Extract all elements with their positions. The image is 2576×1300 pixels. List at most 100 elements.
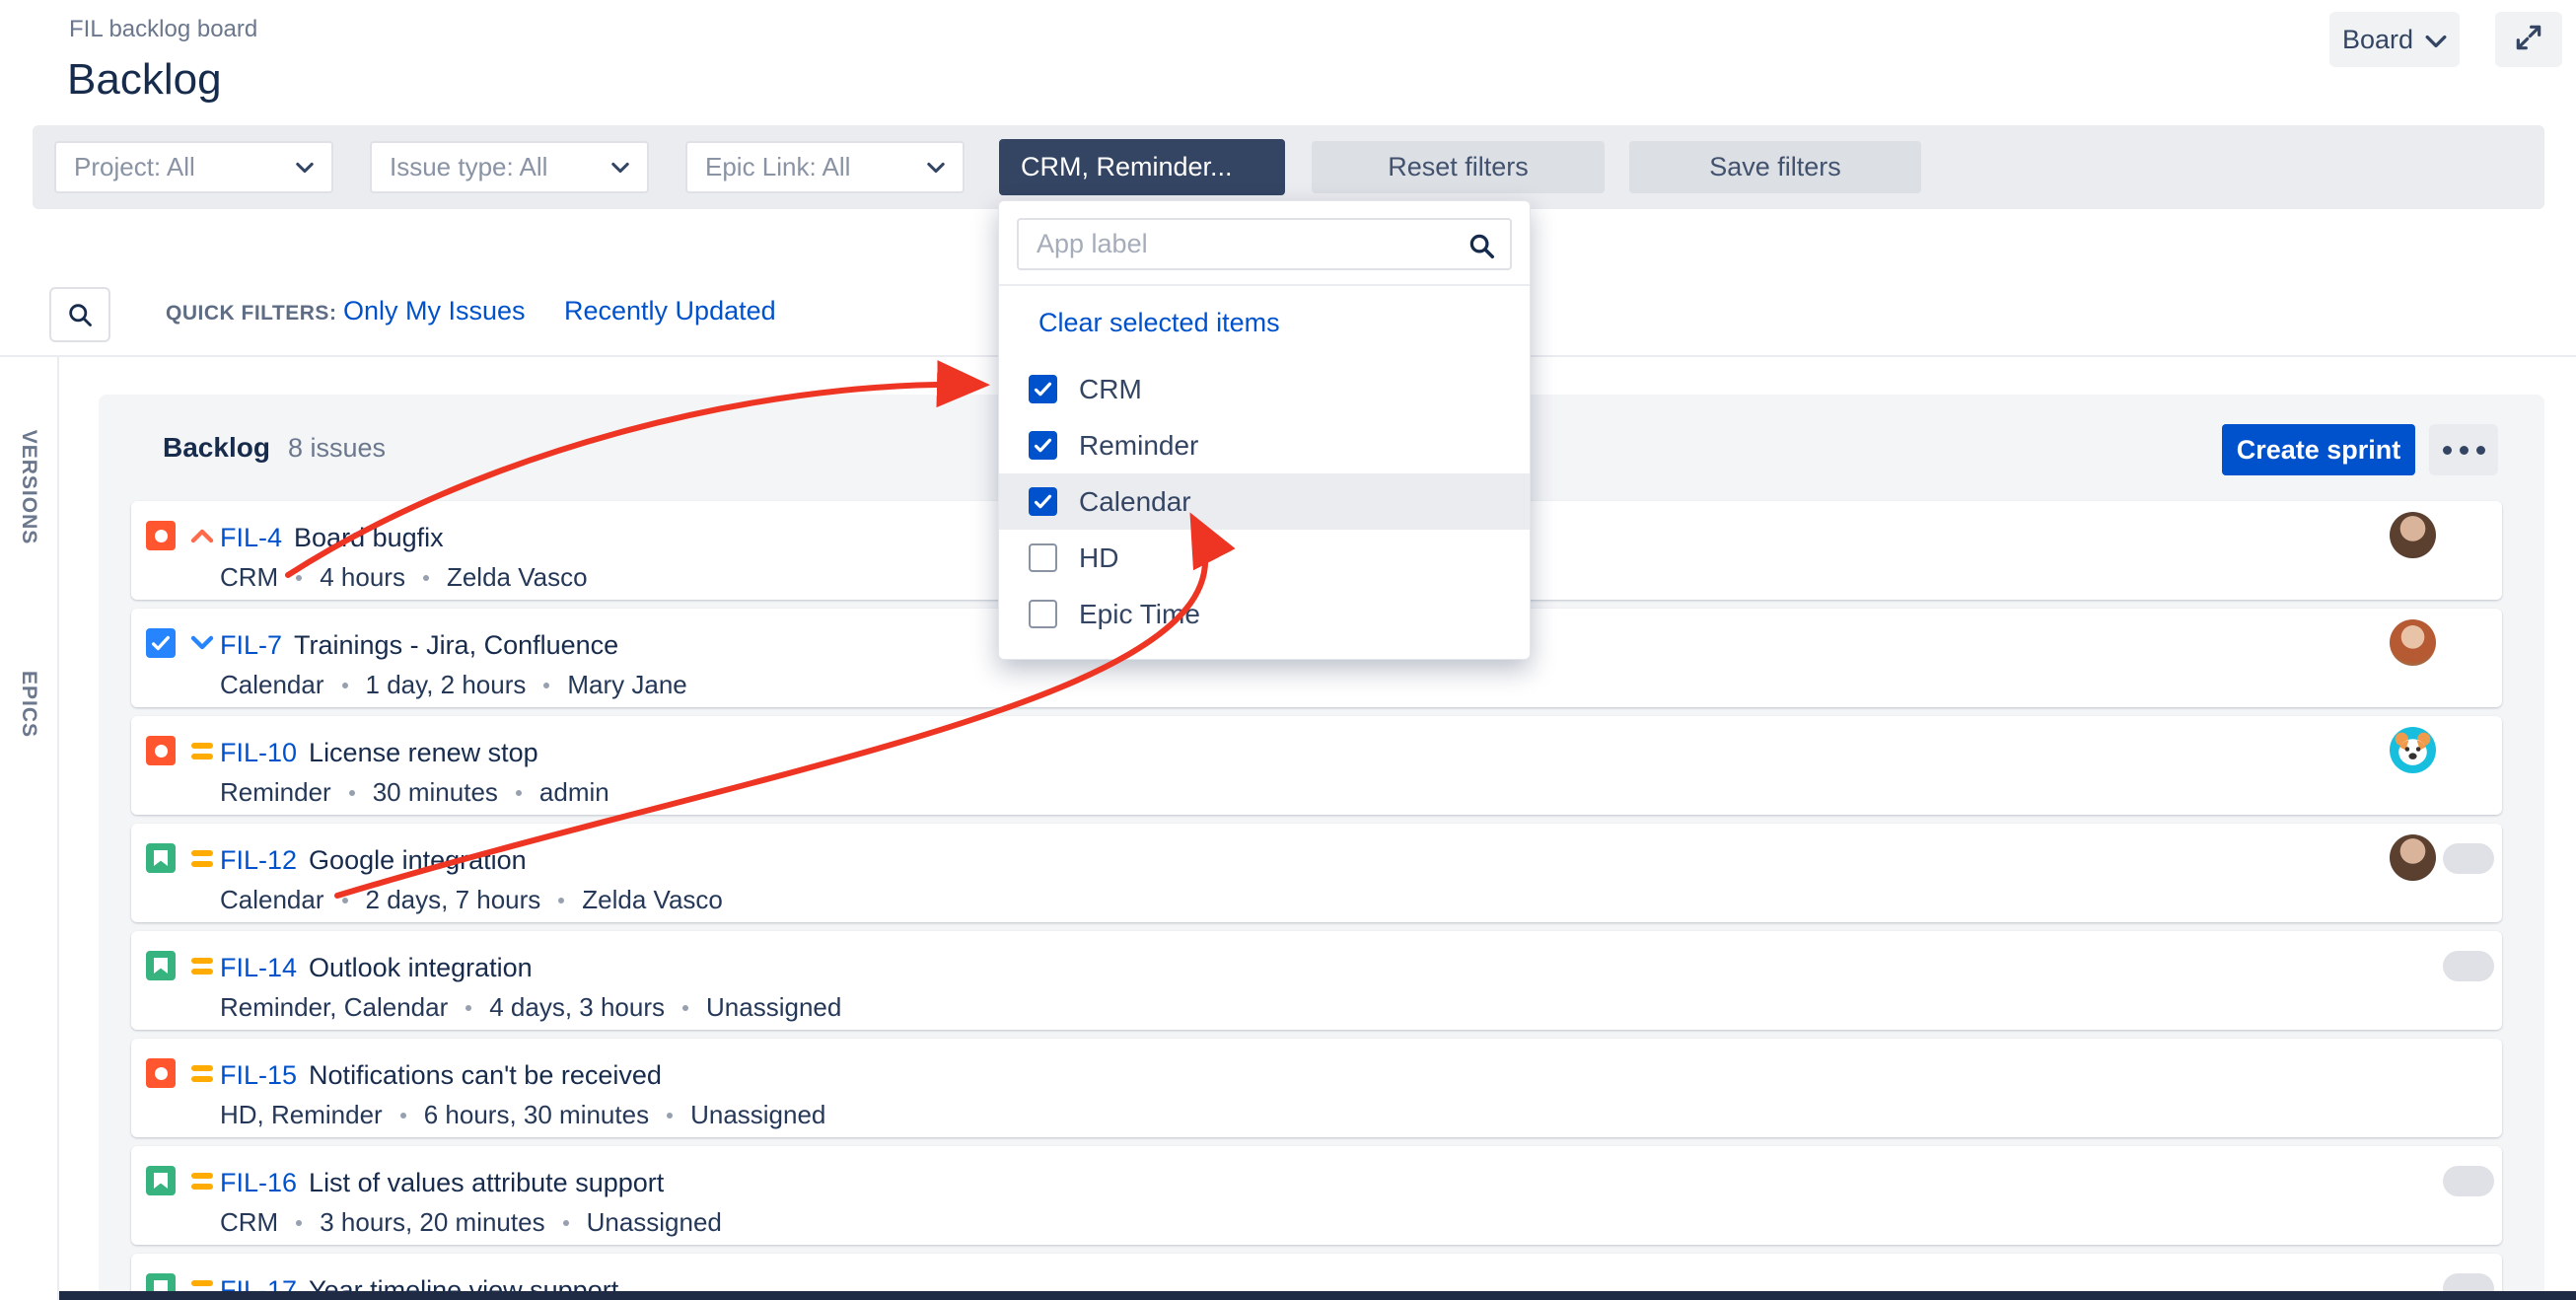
expand-button[interactable] xyxy=(2495,12,2562,67)
issue-estimate: 6 hours, 30 minutes xyxy=(424,1100,649,1130)
bug-type-icon xyxy=(146,521,176,550)
chevron-down-icon xyxy=(2425,25,2447,55)
rail-tab-epics[interactable]: EPICS xyxy=(17,671,40,738)
issue-estimate: 30 minutes xyxy=(373,777,498,808)
option-reminder[interactable]: Reminder xyxy=(999,417,1530,473)
issue-key-link[interactable]: FIL-7 xyxy=(220,630,282,660)
board-view-switcher-button[interactable]: Board xyxy=(2329,12,2460,67)
option-hd[interactable]: HD xyxy=(999,530,1530,586)
issue-meta: Reminder, Calendar 4 days, 3 hours Unass… xyxy=(220,992,841,1023)
row-checkbox-checked[interactable] xyxy=(146,628,176,658)
issue-estimate: 2 days, 7 hours xyxy=(366,885,541,915)
issue-type-filter-value: Issue type: All xyxy=(390,152,547,182)
issue-card-fil-16[interactable]: FIL-16 List of values attribute support C… xyxy=(131,1146,2502,1245)
quick-filters-label: QUICK FILTERS: xyxy=(166,302,336,325)
issue-key-link[interactable]: FIL-12 xyxy=(220,845,297,875)
estimate-lozenge xyxy=(2443,951,2494,981)
checkbox-checked[interactable] xyxy=(1029,375,1057,403)
chevron-down-icon xyxy=(296,162,314,174)
assignee-avatar-dog[interactable] xyxy=(2390,727,2436,773)
checkbox-unchecked[interactable] xyxy=(1029,543,1057,572)
issue-labels: Reminder, Calendar xyxy=(220,992,448,1023)
issue-type-filter-select[interactable]: Issue type: All xyxy=(370,141,649,193)
story-type-icon xyxy=(146,1166,176,1195)
app-label-search-input[interactable] xyxy=(1019,220,1510,268)
issue-title: Outlook integration xyxy=(309,953,533,982)
issue-title: Notifications can't be received xyxy=(309,1060,662,1090)
option-label: CRM xyxy=(1079,374,1142,405)
page-title: Backlog xyxy=(67,55,222,105)
option-crm[interactable]: CRM xyxy=(999,361,1530,417)
issue-key-link[interactable]: FIL-16 xyxy=(220,1168,297,1197)
option-calendar[interactable]: Calendar xyxy=(999,473,1530,530)
issue-key-link[interactable]: FIL-14 xyxy=(220,953,297,982)
issue-assignee: Unassigned xyxy=(690,1100,825,1130)
priority-high-icon xyxy=(187,521,217,550)
issue-card-fil-10[interactable]: FIL-10License renew stop Reminder 30 min… xyxy=(131,716,2502,815)
expand-icon xyxy=(2513,22,2544,58)
issue-estimate: 4 days, 3 hours xyxy=(489,992,665,1023)
assignee-avatar[interactable] xyxy=(2390,834,2436,881)
assignee-avatar[interactable] xyxy=(2390,619,2436,666)
issue-labels: HD, Reminder xyxy=(220,1100,383,1130)
bug-type-icon xyxy=(146,1058,176,1088)
issue-key-link[interactable]: FIL-4 xyxy=(220,523,282,552)
more-actions-button[interactable] xyxy=(2429,424,2498,475)
checkbox-checked[interactable] xyxy=(1029,487,1057,516)
project-filter-select[interactable]: Project: All xyxy=(54,141,333,193)
backlog-panel-header: Backlog 8 issues xyxy=(163,432,386,464)
issue-title: Board bugfix xyxy=(294,523,444,552)
priority-low-icon xyxy=(187,628,217,658)
issue-key-link[interactable]: FIL-10 xyxy=(220,738,297,767)
estimate-lozenge xyxy=(2443,1166,2494,1196)
rail-tab-versions[interactable]: VERSIONS xyxy=(17,430,40,545)
app-label-filter-button[interactable]: CRM, Reminder... xyxy=(999,139,1285,195)
filter-bar: Project: All Issue type: All Epic Link: … xyxy=(33,125,2544,209)
issue-meta: Reminder 30 minutes admin xyxy=(220,777,609,808)
save-filters-button[interactable]: Save filters xyxy=(1629,141,1921,193)
app-label-options: CRM Reminder Calendar HD Epic Time xyxy=(999,361,1530,642)
issue-card-fil-15[interactable]: FIL-15 Notifications can't be received HD… xyxy=(131,1039,2502,1137)
clear-selected-items-link[interactable]: Clear selected items xyxy=(1038,308,1280,338)
create-sprint-button[interactable]: Create sprint xyxy=(2222,424,2415,475)
option-label: HD xyxy=(1079,542,1118,574)
priority-medium-icon xyxy=(187,1166,217,1195)
issue-key-link[interactable]: FIL-15 xyxy=(220,1060,297,1090)
issue-meta: CRM 4 hours Zelda Vasco xyxy=(220,562,588,593)
issue-estimate: 1 day, 2 hours xyxy=(366,670,527,700)
app-label-search[interactable] xyxy=(1017,218,1512,270)
chevron-down-icon xyxy=(611,162,629,174)
issue-title: List of values attribute support xyxy=(309,1168,664,1197)
window-bottom-edge xyxy=(59,1291,2576,1300)
backlog-issue-count: 8 issues xyxy=(288,433,386,464)
quick-filter-recently-updated[interactable]: Recently Updated xyxy=(564,296,776,326)
issue-meta: Calendar 2 days, 7 hours Zelda Vasco xyxy=(220,885,723,915)
issue-meta: CRM 3 hours, 20 minutes Unassigned xyxy=(220,1207,722,1238)
breadcrumb[interactable]: FIL backlog board xyxy=(69,16,257,43)
epic-link-filter-select[interactable]: Epic Link: All xyxy=(685,141,965,193)
issue-assignee: Unassigned xyxy=(706,992,841,1023)
assignee-avatar[interactable] xyxy=(2390,512,2436,558)
issue-meta: HD, Reminder 6 hours, 30 minutes Unassig… xyxy=(220,1100,825,1130)
issue-estimate: 4 hours xyxy=(320,562,405,593)
board-search-button[interactable] xyxy=(49,287,110,342)
issue-assignee: Mary Jane xyxy=(567,670,686,700)
option-epic-time[interactable]: Epic Time xyxy=(999,586,1530,642)
backlog-board-page: FIL backlog board Backlog Board Project:… xyxy=(0,0,2576,1300)
issue-card-fil-14[interactable]: FIL-14 Outlook integration Reminder, Cale… xyxy=(131,931,2502,1030)
ellipsis-icon xyxy=(2443,446,2452,455)
issue-labels: CRM xyxy=(220,562,278,593)
option-label: Epic Time xyxy=(1079,599,1200,630)
issue-card-fil-12[interactable]: FIL-12Google integration Calendar 2 days… xyxy=(131,824,2502,922)
reset-filters-button[interactable]: Reset filters xyxy=(1312,141,1605,193)
checkbox-unchecked[interactable] xyxy=(1029,600,1057,628)
app-label-dropdown: Clear selected items CRM Reminder Calend… xyxy=(998,200,1531,660)
priority-medium-icon xyxy=(187,843,217,873)
priority-medium-icon xyxy=(187,1058,217,1088)
checkbox-checked[interactable] xyxy=(1029,431,1057,460)
estimate-lozenge xyxy=(2443,843,2494,874)
quick-filter-only-my-issues[interactable]: Only My Issues xyxy=(343,296,526,326)
dropdown-divider xyxy=(999,284,1530,286)
epic-link-filter-value: Epic Link: All xyxy=(705,152,850,182)
issue-assignee: admin xyxy=(539,777,609,808)
